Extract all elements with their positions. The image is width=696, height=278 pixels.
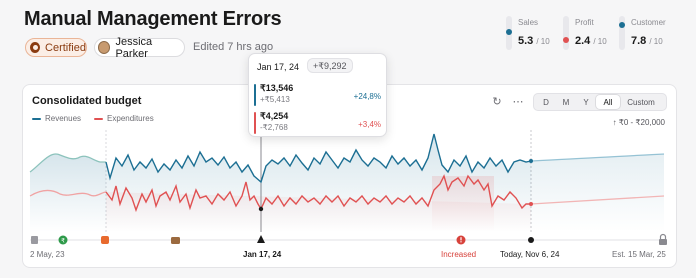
today-marker-icon[interactable] [528,237,534,243]
timeline-today-label: Today, Nov 6, 24 [500,250,560,259]
flag-icon[interactable] [101,236,109,244]
tooltip-total-badge: +₹9,292 [307,58,353,73]
briefcase-icon[interactable] [171,237,180,244]
revenue-area-past [30,153,106,232]
tooltip-date: Jan 17, 24 [257,62,300,72]
expenditure-today-point [529,202,533,206]
cursor-marker-icon[interactable] [257,235,265,243]
expenditure-amount: ₹4,254 [260,111,289,121]
timeline-start-label: 2 May, 23 [30,250,65,259]
revenue-pct: +24,8% [353,92,381,101]
revenue-today-point [529,159,533,163]
revenue-amount: ₹13,546 [260,83,294,93]
svg-text:₹: ₹ [61,238,65,245]
timeline-alert-label: Increased [441,250,477,259]
revenue-bar [254,84,256,106]
tooltip-revenue-row: ₹13,546 +₹5,413 +24,8% [254,82,381,108]
alert-icon[interactable] [456,235,466,245]
increase-highlight [432,176,494,232]
timeline-cursor-label: Jan 17, 24 [243,250,282,259]
revenue-diff: +₹5,413 [260,95,290,104]
page: Manual Management Errors Certified Jessi… [0,0,696,278]
timeline-estimate-label: Est. 15 Mar, 25 [612,250,666,259]
expenditure-bar [254,112,256,134]
tooltip-expenditure-row: ₹4,254 -₹2,768 +3,4% [254,110,381,136]
expenditure-pct: +3,4% [358,120,381,129]
lock-icon[interactable] [659,233,667,246]
revenue-forecast-area [531,154,664,232]
document-icon[interactable] [31,236,38,244]
cursor-point [258,206,264,212]
rupee-icon[interactable]: ₹ [58,235,68,245]
chart-tooltip: Jan 17, 24 +₹9,292 ₹13,546 +₹5,413 +24,8… [248,53,387,137]
expenditure-diff: -₹2,768 [260,123,288,132]
budget-chart[interactable]: ₹ [0,0,696,278]
